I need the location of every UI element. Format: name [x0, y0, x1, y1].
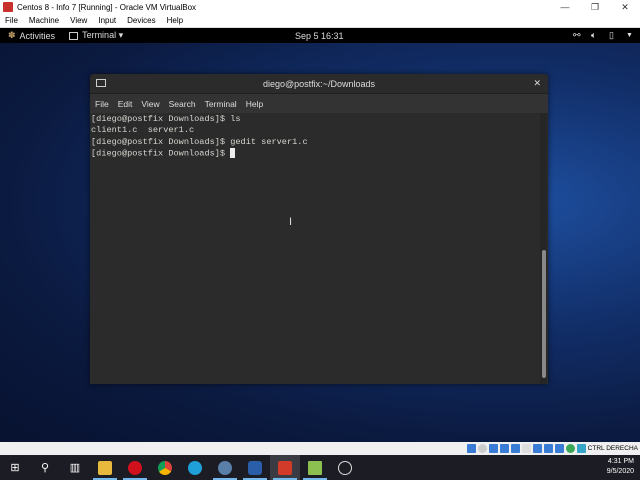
vbox-menubar: File Machine View Input Devices Help: [0, 14, 640, 28]
terminal-menu-search[interactable]: Search: [169, 99, 196, 109]
clock-time: 4:31 PM: [607, 458, 634, 465]
windows-taskbar: ⊞ ⚲ ▥: [0, 455, 640, 480]
search-icon[interactable]: ⚲: [30, 455, 60, 480]
network-adapter-icon[interactable]: [499, 444, 509, 453]
terminal-close-icon[interactable]: ✕: [533, 78, 541, 89]
clock-date: 9/5/2020: [606, 468, 634, 475]
task-view-icon[interactable]: ▥: [60, 455, 90, 480]
clock[interactable]: Sep 5 16:31: [295, 31, 344, 41]
hdd-icon[interactable]: [466, 444, 476, 453]
terminal-header: diego@postfix:~/Downloads ✕: [90, 74, 548, 94]
start-button[interactable]: ⊞: [0, 455, 30, 480]
menu-file[interactable]: File: [5, 16, 18, 25]
network-icon[interactable]: ⚯: [573, 30, 581, 41]
terminal-menu-file[interactable]: File: [95, 99, 109, 109]
volume-icon[interactable]: 🔈︎: [591, 30, 596, 41]
opera-icon[interactable]: [120, 455, 150, 480]
display-icon[interactable]: [532, 444, 542, 453]
system-clock[interactable]: 4:31 PM 9/5/2020: [607, 457, 634, 477]
terminal-menu-terminal[interactable]: Terminal: [205, 99, 237, 109]
terminal-line: [diego@postfix Downloads]$ gedit server1…: [91, 136, 308, 147]
mouse-integration-icon[interactable]: [576, 444, 586, 453]
terminal-scrollbar[interactable]: [540, 113, 547, 384]
terminal-menu-view[interactable]: View: [141, 99, 159, 109]
terminal-app-icon: [69, 31, 79, 40]
virtualbox-taskbar-icon[interactable]: [240, 455, 270, 480]
terminal-prompt: [diego@postfix Downloads]$: [91, 148, 231, 159]
notepad-icon[interactable]: [300, 455, 330, 480]
chrome-icon[interactable]: [150, 455, 180, 480]
window-title: Centos 8 - Info 7 [Running] - Oracle VM …: [17, 2, 197, 12]
terminal-line: [diego@postfix Downloads]$ ls: [91, 114, 241, 124]
activities-button[interactable]: Activities: [20, 31, 56, 41]
edge-icon[interactable]: [180, 455, 210, 480]
close-button[interactable]: ✕: [610, 0, 640, 14]
audio-icon[interactable]: [488, 444, 498, 453]
cpu-icon[interactable]: [554, 444, 564, 453]
system-menu-arrow-icon[interactable]: ▼: [626, 32, 633, 39]
menu-devices[interactable]: Devices: [127, 16, 155, 25]
scrollbar-thumb[interactable]: [542, 250, 546, 378]
file-explorer-icon[interactable]: [90, 455, 120, 480]
network-app-icon[interactable]: [210, 455, 240, 480]
terminal-menu-help[interactable]: Help: [246, 99, 263, 109]
terminal-menu-edit[interactable]: Edit: [118, 99, 133, 109]
guest-additions-icon[interactable]: [565, 444, 575, 453]
terminal-menubar: File Edit View Search Terminal Help: [90, 94, 548, 113]
obs-icon[interactable]: [330, 455, 360, 480]
virtualbox-icon: [3, 2, 13, 12]
terminal-window: diego@postfix:~/Downloads ✕ File Edit Vi…: [90, 74, 548, 384]
vm-window-taskbar-icon[interactable]: [270, 455, 300, 480]
gnome-top-bar: ✽ Activities Terminal ▾ Sep 5 16:31 ⚯ 🔈︎…: [0, 28, 640, 43]
shared-folders-icon[interactable]: [521, 444, 531, 453]
vbox-titlebar: Centos 8 - Info 7 [Running] - Oracle VM …: [0, 0, 640, 14]
battery-icon[interactable]: ▯: [609, 30, 614, 41]
maximize-button[interactable]: ❐: [580, 0, 610, 14]
terminal-line: client1.c server1.c: [91, 125, 195, 136]
menu-input[interactable]: Input: [98, 16, 116, 25]
activities-icon: ✽: [8, 30, 16, 40]
terminal-icon: [96, 79, 106, 87]
host-key-label: CTRL DERECHA: [587, 445, 638, 452]
optical-drive-icon[interactable]: [477, 444, 487, 453]
mouse-ibeam-cursor: I: [289, 216, 293, 228]
video-capture-icon[interactable]: [543, 444, 553, 453]
terminal-output[interactable]: [diego@postfix Downloads]$ ls client1.c …: [90, 113, 548, 384]
app-menu[interactable]: Terminal ▾: [82, 30, 123, 41]
terminal-title: diego@postfix:~/Downloads: [263, 78, 375, 89]
vbox-statusbar: CTRL DERECHA: [0, 442, 640, 455]
menu-view[interactable]: View: [70, 16, 87, 25]
menu-machine[interactable]: Machine: [29, 16, 59, 25]
minimize-button[interactable]: —: [550, 0, 580, 14]
menu-help[interactable]: Help: [167, 16, 183, 25]
text-cursor: [230, 147, 236, 158]
usb-icon[interactable]: [510, 444, 520, 453]
